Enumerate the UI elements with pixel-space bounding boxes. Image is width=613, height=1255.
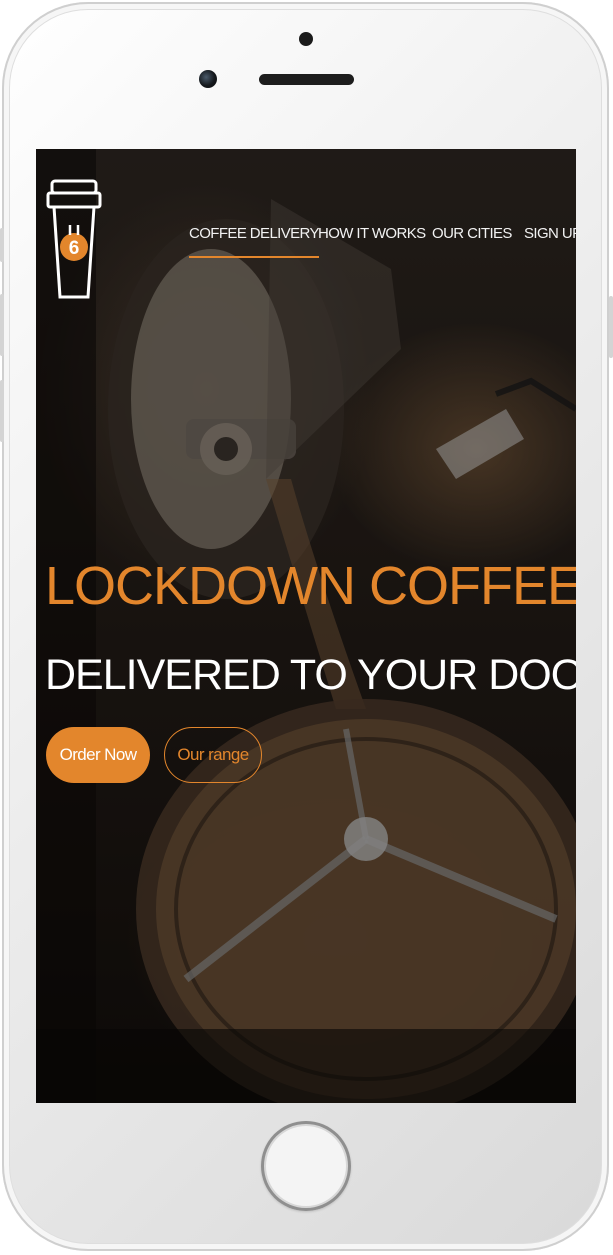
power-button [609, 296, 613, 358]
nav-sign-up[interactable]: SIGN UP [524, 225, 576, 242]
phone-screen: 6 COFFEE DELIVERY HOW IT WORKS OUR CITIE… [36, 149, 576, 1103]
hero-dark-overlay [36, 149, 576, 1103]
hero-subtitle: DELIVERED TO YOUR DOOR! [45, 650, 576, 699]
volume-up-button [0, 294, 4, 356]
nav-our-cities[interactable]: OUR CITIES [432, 225, 512, 242]
coffee-cup-icon[interactable]: 6 [46, 177, 106, 303]
main-nav: COFFEE DELIVERY HOW IT WORKS OUR CITIES … [189, 225, 576, 265]
mute-switch [0, 228, 4, 262]
earpiece-speaker [259, 74, 354, 85]
home-button[interactable] [261, 1121, 351, 1211]
front-camera [199, 70, 217, 88]
order-now-button[interactable]: Order Now [46, 727, 150, 783]
nav-how-it-works[interactable]: HOW IT WORKS [318, 225, 426, 242]
volume-down-button [0, 380, 4, 442]
nav-coffee-delivery[interactable]: COFFEE DELIVERY [189, 225, 320, 258]
proximity-sensor [299, 32, 313, 46]
logo-mark: 6 [69, 238, 80, 259]
our-range-button[interactable]: Our range [164, 727, 262, 783]
hero-title: LOCKDOWN COFFEE [45, 556, 576, 617]
